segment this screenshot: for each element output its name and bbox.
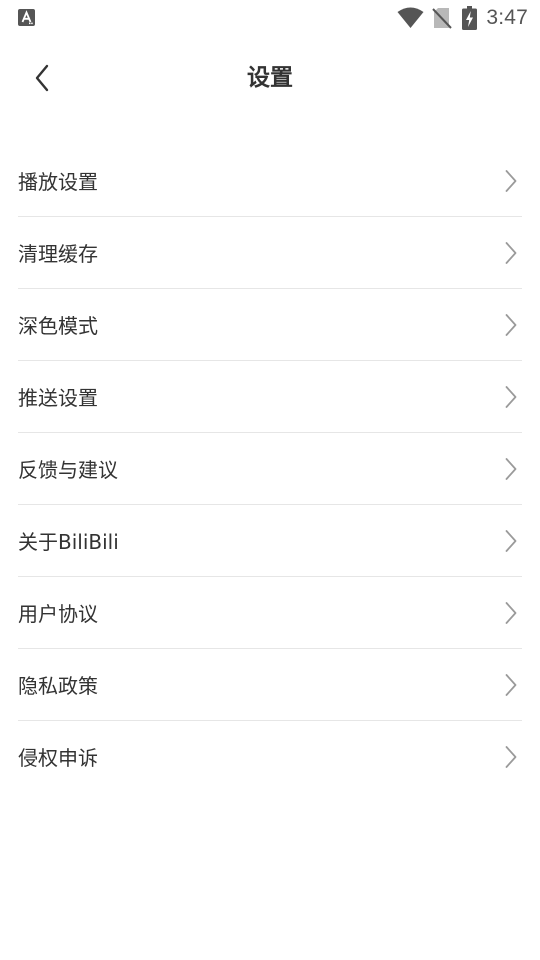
chevron-right-icon <box>505 601 517 624</box>
settings-item-label: 深色模式 <box>18 314 98 338</box>
chevron-right-icon <box>505 169 517 192</box>
chevron-right-icon <box>505 313 517 336</box>
settings-item-label: 推送设置 <box>18 386 98 410</box>
a-notification-icon <box>18 9 35 26</box>
page-title: 设置 <box>247 65 293 91</box>
settings-item-label: 关于BiliBili <box>18 530 119 554</box>
settings-item-user-agreement[interactable]: 用户协议 <box>18 577 522 649</box>
settings-list: 播放设置 清理缓存 深色模式 推送设置 反馈与建议 关于BiliBili 用户协… <box>18 145 522 792</box>
settings-item-dark-mode[interactable]: 深色模式 <box>18 289 522 361</box>
chevron-right-icon <box>505 385 517 408</box>
wifi-icon <box>397 7 424 28</box>
chevron-left-icon <box>35 64 49 92</box>
chevron-right-icon <box>505 241 517 264</box>
settings-item-about[interactable]: 关于BiliBili <box>18 505 522 577</box>
settings-item-privacy-policy[interactable]: 隐私政策 <box>18 649 522 721</box>
chevron-right-icon <box>505 457 517 480</box>
chevron-right-icon <box>505 745 517 768</box>
chevron-right-icon <box>505 529 517 552</box>
status-icons: 3:47 <box>397 4 528 32</box>
settings-item-label: 用户协议 <box>18 602 98 626</box>
settings-item-label: 侵权申诉 <box>18 746 98 770</box>
no-sim-icon <box>432 8 453 29</box>
settings-item-infringement-appeal[interactable]: 侵权申诉 <box>18 721 522 792</box>
battery-charging-icon <box>462 6 478 30</box>
settings-item-playback[interactable]: 播放设置 <box>18 145 522 217</box>
chevron-right-icon <box>505 673 517 696</box>
settings-item-label: 隐私政策 <box>18 674 98 698</box>
status-time: 3:47 <box>486 6 528 29</box>
settings-item-feedback[interactable]: 反馈与建议 <box>18 433 522 505</box>
status-bar: 3:47 <box>0 0 540 36</box>
settings-item-clear-cache[interactable]: 清理缓存 <box>18 217 522 289</box>
header: 设置 <box>0 36 540 122</box>
back-button[interactable] <box>22 56 62 100</box>
settings-item-push[interactable]: 推送设置 <box>18 361 522 433</box>
settings-item-label: 反馈与建议 <box>18 458 118 482</box>
settings-item-label: 清理缓存 <box>18 242 98 266</box>
settings-item-label: 播放设置 <box>18 170 98 194</box>
